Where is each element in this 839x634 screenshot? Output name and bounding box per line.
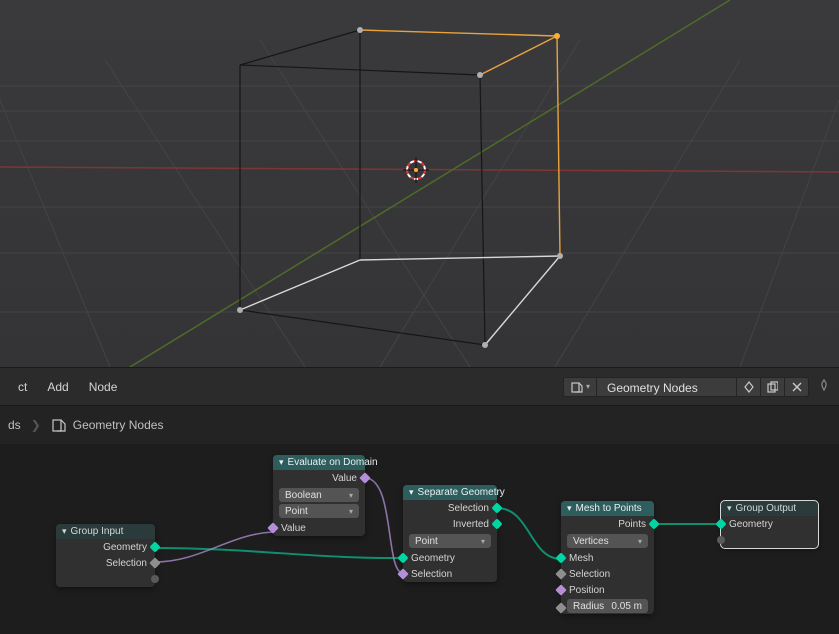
dropdown-domain[interactable]: Point▾ bbox=[409, 534, 491, 548]
socket-label: Value bbox=[332, 473, 357, 484]
socket-label: Value bbox=[281, 523, 306, 534]
menu-select[interactable]: ct bbox=[8, 376, 37, 398]
socket-virtual[interactable] bbox=[151, 575, 159, 583]
cursor-3d bbox=[403, 157, 429, 183]
browse-nodegroup-button[interactable]: ▾ bbox=[563, 377, 597, 397]
socket-label: Geometry bbox=[411, 553, 455, 564]
node-title: Separate Geometry bbox=[418, 487, 505, 498]
socket-label: Inverted bbox=[453, 519, 489, 530]
socket-position-in[interactable] bbox=[555, 584, 566, 595]
dropdown-data-type[interactable]: Boolean▾ bbox=[279, 488, 359, 502]
chevron-down-icon: ▾ bbox=[62, 526, 67, 537]
node-mesh-to-points[interactable]: ▾ Mesh to Points Points Vertices▾ Mesh Se… bbox=[561, 501, 654, 614]
socket-label: Position bbox=[569, 585, 605, 596]
chevron-down-icon: ▾ bbox=[567, 503, 572, 514]
socket-label: Selection bbox=[411, 569, 452, 580]
node-group-output[interactable]: ▾ Group Output Geometry bbox=[721, 501, 818, 548]
socket-label: Selection bbox=[448, 503, 489, 514]
pin-button[interactable] bbox=[817, 378, 831, 395]
cube-wireframe bbox=[237, 27, 563, 348]
socket-label: Selection bbox=[569, 569, 610, 580]
fake-user-button[interactable] bbox=[737, 377, 761, 397]
node-title: Evaluate on Domain bbox=[288, 457, 378, 468]
socket-selection[interactable] bbox=[149, 557, 160, 568]
chevron-down-icon: ▾ bbox=[727, 503, 732, 514]
unlink-nodegroup-button[interactable] bbox=[785, 377, 809, 397]
socket-value-out[interactable] bbox=[359, 472, 370, 483]
chevron-right-icon: ❯ bbox=[31, 418, 41, 432]
chevron-down-icon: ▾ bbox=[409, 487, 414, 498]
socket-radius-in[interactable] bbox=[555, 602, 566, 613]
breadcrumb-item[interactable]: Geometry Nodes bbox=[73, 418, 164, 432]
chevron-down-icon: ▾ bbox=[279, 457, 284, 468]
socket-label: Geometry bbox=[103, 542, 147, 553]
node-editor-canvas[interactable]: ▾Group Input Geometry Selection ▾Evaluat… bbox=[0, 444, 839, 634]
viewport-grid bbox=[0, 0, 839, 367]
socket-label: Geometry bbox=[729, 519, 773, 530]
menu-add[interactable]: Add bbox=[37, 376, 78, 398]
node-title: Mesh to Points bbox=[576, 503, 642, 514]
socket-virtual[interactable] bbox=[717, 536, 725, 544]
dropdown-domain[interactable]: Point▾ bbox=[279, 504, 359, 518]
node-title: Group Input bbox=[71, 526, 124, 537]
socket-geometry[interactable] bbox=[149, 541, 160, 552]
nodegroup-name-field[interactable]: Geometry Nodes bbox=[597, 377, 737, 397]
datablock-selector: ▾ Geometry Nodes bbox=[563, 377, 831, 397]
node-group-input[interactable]: ▾ Group Input Geometry Selection bbox=[56, 524, 155, 587]
socket-selection-in[interactable] bbox=[555, 568, 566, 579]
socket-points-out[interactable] bbox=[648, 518, 659, 529]
socket-selection-in[interactable] bbox=[397, 568, 408, 579]
socket-geometry-in[interactable] bbox=[397, 552, 408, 563]
socket-label: Points bbox=[618, 519, 646, 530]
node-title: Group Output bbox=[736, 503, 797, 514]
breadcrumb-item[interactable]: ds bbox=[8, 418, 21, 432]
menu-node[interactable]: Node bbox=[79, 376, 128, 398]
viewport-3d[interactable] bbox=[0, 0, 839, 367]
socket-geometry-in[interactable] bbox=[715, 518, 726, 529]
socket-inverted-out[interactable] bbox=[491, 518, 502, 529]
node-separate-geometry[interactable]: ▾Separate Geometry Selection Inverted Po… bbox=[403, 485, 497, 582]
breadcrumb: ds ❯ Geometry Nodes bbox=[0, 406, 839, 444]
socket-label: Mesh bbox=[569, 553, 593, 564]
socket-mesh-in[interactable] bbox=[555, 552, 566, 563]
field-radius[interactable]: Radius0.05 m bbox=[567, 599, 648, 613]
socket-value-in[interactable] bbox=[267, 522, 278, 533]
dropdown-mode[interactable]: Vertices▾ bbox=[567, 534, 648, 548]
node-evaluate-on-domain[interactable]: ▾Evaluate on Domain Value Boolean▾ Point… bbox=[273, 455, 365, 536]
socket-selection-out[interactable] bbox=[491, 502, 502, 513]
duplicate-nodegroup-button[interactable] bbox=[761, 377, 785, 397]
node-editor-header: ct Add Node ▾ Geometry Nodes bbox=[0, 367, 839, 406]
socket-label: Selection bbox=[106, 558, 147, 569]
